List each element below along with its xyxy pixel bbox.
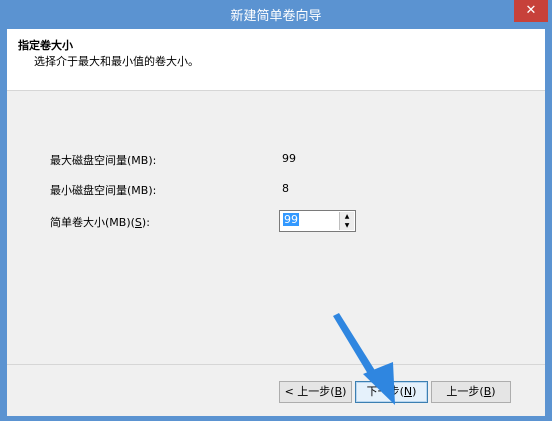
volume-size-stepper[interactable]: 99 ▲ ▼ [279, 210, 356, 232]
wizard-client-area: 指定卷大小 选择介于最大和最小值的卷大小。 最大磁盘空间量(MB): 99 最小… [7, 29, 545, 416]
wizard-window: 新建简单卷向导 ✕ 指定卷大小 选择介于最大和最小值的卷大小。 最大磁盘空间量(… [0, 0, 552, 421]
wizard-header: 指定卷大小 选择介于最大和最小值的卷大小。 [7, 29, 545, 91]
third-button-suffix: ) [491, 385, 496, 398]
volume-size-label-key: S [134, 216, 142, 229]
page-subtitle: 选择介于最大和最小值的卷大小。 [34, 55, 199, 68]
wizard-footer: < 上一步(B) 下一步(N) 上一步(B) [7, 364, 545, 416]
chevron-up-icon: ▲ [344, 213, 350, 220]
wizard-content: 最大磁盘空间量(MB): 99 最小磁盘空间量(MB): 8 简单卷大小(MB)… [7, 91, 545, 361]
chevron-down-icon: ▼ [344, 222, 350, 229]
page-title: 指定卷大小 [18, 39, 73, 52]
close-button[interactable]: ✕ [514, 0, 548, 22]
max-space-value: 99 [282, 152, 296, 165]
window-title: 新建简单卷向导 [230, 9, 322, 24]
volume-size-label-suffix: ): [141, 216, 150, 229]
third-button-prefix: 上一步( [446, 385, 484, 398]
next-button-key: N [403, 385, 413, 398]
stepper-down-button[interactable]: ▼ [340, 221, 354, 230]
min-space-label: 最小磁盘空间量(MB): [50, 184, 157, 197]
volume-size-input[interactable]: 99 [282, 213, 340, 229]
min-space-value: 8 [282, 182, 289, 195]
title-bar[interactable]: 新建简单卷向导 ✕ [0, 0, 552, 28]
close-icon: ✕ [525, 3, 537, 18]
annotation-arrow-icon [333, 313, 395, 405]
volume-size-label: 简单卷大小(MB)(S): [50, 214, 150, 230]
third-button[interactable]: 上一步(B) [431, 381, 511, 403]
volume-size-selected-text: 99 [283, 213, 299, 226]
max-space-label: 最大磁盘空间量(MB): [50, 154, 157, 167]
next-button-suffix: ) [412, 385, 417, 398]
stepper-buttons: ▲ ▼ [339, 212, 354, 230]
volume-size-label-prefix: 简单卷大小(MB)( [50, 216, 135, 229]
